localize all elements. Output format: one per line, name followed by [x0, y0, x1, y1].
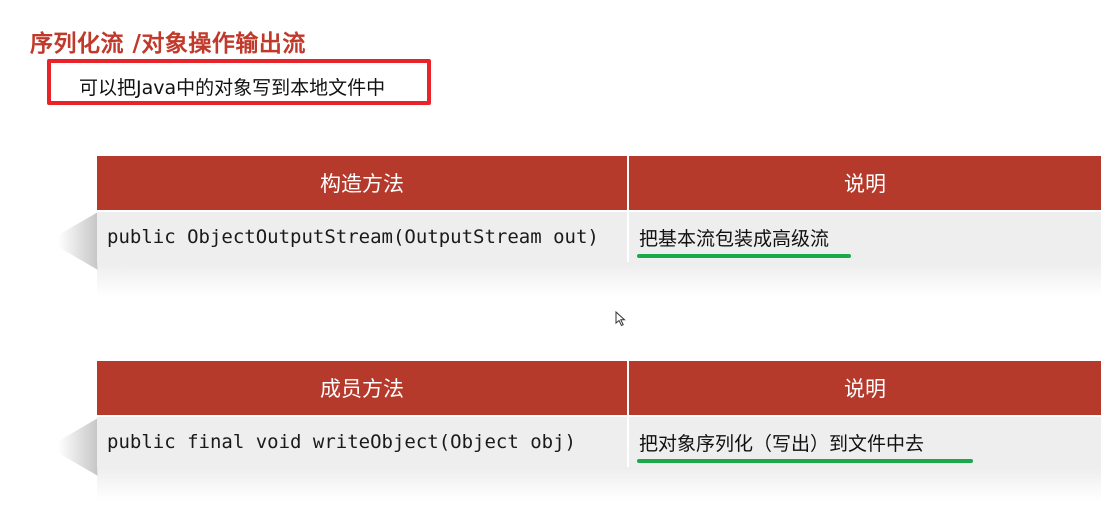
decorative-shadow — [58, 212, 98, 270]
table-header-row: 构造方法 说明 — [97, 156, 1101, 211]
column-header: 构造方法 — [97, 156, 629, 211]
table-row: public ObjectOutputStream(OutputStream o… — [97, 210, 1101, 262]
column-header: 说明 — [628, 361, 1101, 416]
highlight-underline — [637, 458, 973, 463]
column-header: 说明 — [628, 156, 1101, 211]
member-method-table: 成员方法 说明 public final void writeObject(Ob… — [97, 361, 1101, 467]
note-text: 可以把Java中的对象写到本地文件中 — [79, 77, 386, 99]
decorative-fade — [97, 262, 1101, 297]
method-cell: public ObjectOutputStream(OutputStream o… — [97, 210, 629, 262]
constructor-table: 构造方法 说明 public ObjectOutputStream(Output… — [97, 156, 1101, 262]
table-header-row: 成员方法 说明 — [97, 361, 1101, 416]
method-signature: public final void writeObject(Object obj… — [107, 431, 576, 453]
page-title: 序列化流 /对象操作输出流 — [30, 31, 306, 57]
method-description: 把基本流包装成高级流 — [639, 227, 830, 250]
decorative-fade — [97, 466, 1101, 501]
table-row: public final void writeObject(Object obj… — [97, 415, 1101, 467]
method-description: 把对象序列化（写出）到文件中去 — [639, 432, 925, 455]
mouse-cursor-icon — [615, 311, 626, 327]
description-cell: 把对象序列化（写出）到文件中去 — [628, 415, 1101, 467]
column-header: 成员方法 — [97, 361, 629, 416]
description-cell: 把基本流包装成高级流 — [628, 210, 1101, 262]
method-cell: public final void writeObject(Object obj… — [97, 415, 629, 467]
note-box: 可以把Java中的对象写到本地文件中 — [47, 59, 431, 105]
decorative-shadow — [58, 418, 98, 476]
method-signature: public ObjectOutputStream(OutputStream o… — [107, 226, 599, 248]
highlight-underline — [637, 253, 851, 258]
